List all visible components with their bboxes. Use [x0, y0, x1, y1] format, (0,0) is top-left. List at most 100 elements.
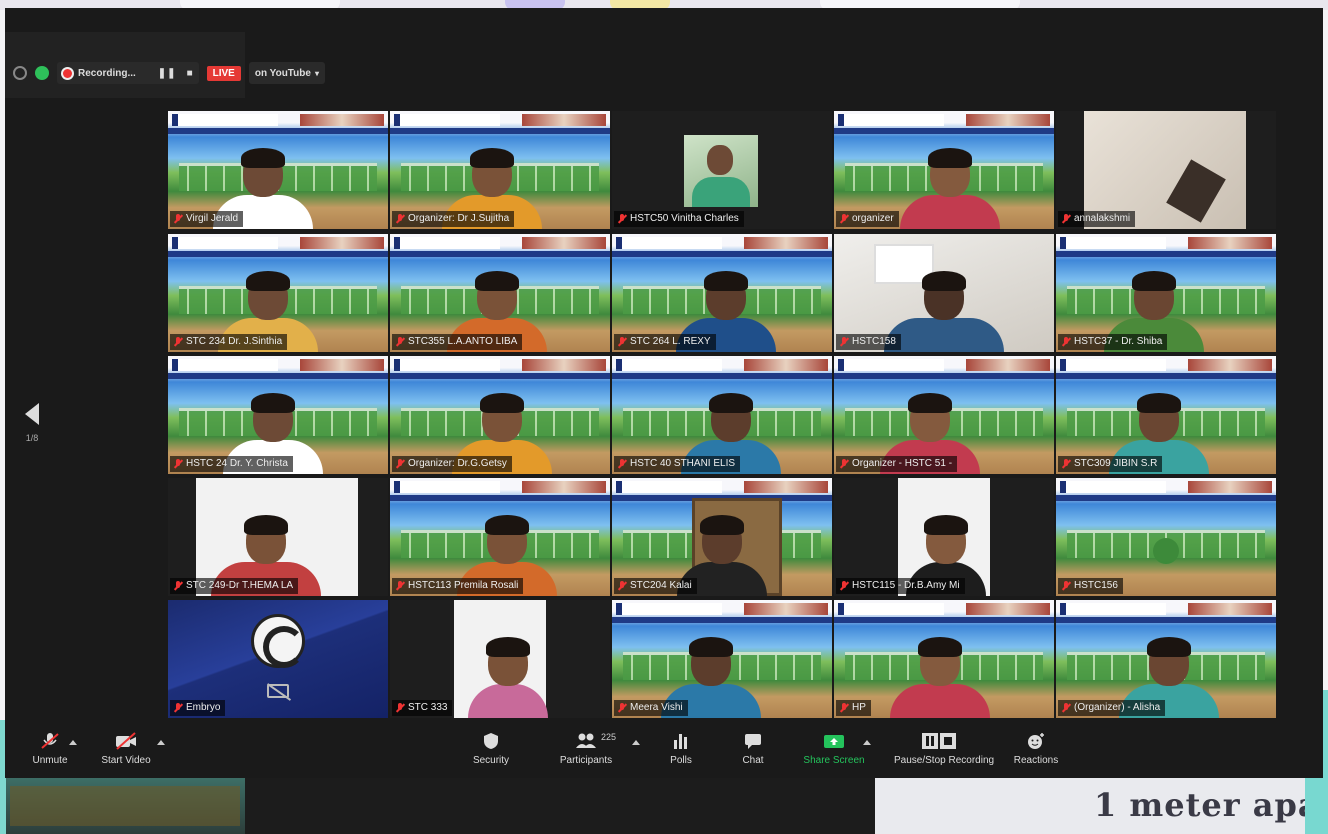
participants-icon — [575, 732, 597, 750]
participant-tile[interactable]: (Organizer) - Alisha — [1056, 600, 1276, 718]
participant-tile[interactable]: HSTC158 — [834, 234, 1054, 352]
participant-name: STC 264 L. REXY — [630, 336, 711, 347]
participant-tile[interactable]: HSTC 24 Dr. Y. Christa — [168, 356, 388, 474]
participant-name-tag: (Organizer) - Alisha — [1058, 700, 1166, 716]
participant-name: STC204 Kalai — [630, 580, 692, 591]
participant-name-tag: Organizer: Dr.G.Getsy — [392, 456, 512, 472]
obs-logo-icon — [251, 614, 305, 668]
participant-name: HSTC156 — [1074, 580, 1118, 591]
participant-tile[interactable]: HSTC50 Vinitha Charles — [612, 111, 832, 229]
participant-tile[interactable]: HSTC156 — [1056, 478, 1276, 596]
participant-name: HSTC 24 Dr. Y. Christa — [186, 458, 288, 469]
participant-name-tag: STC 234 Dr. J.Sinthia — [170, 334, 288, 350]
participant-tile[interactable]: annalakshmi — [1056, 111, 1276, 229]
live-badge[interactable]: LIVE — [206, 65, 241, 81]
participant-tile[interactable]: STC 264 L. REXY — [612, 234, 832, 352]
chevron-down-icon: ▾ — [314, 68, 319, 78]
participant-tile[interactable]: STC309 JIBIN S.R — [1056, 356, 1276, 474]
mic-muted-icon — [840, 214, 848, 224]
participant-tile[interactable]: Organizer: Dr J.Sujitha — [390, 111, 610, 229]
participant-tile[interactable]: HSTC 40 STHANI ELIS — [612, 356, 832, 474]
participant-tile[interactable]: STC355 L.A.ANTO LIBA — [390, 234, 610, 352]
participant-tile[interactable]: Organizer - HSTC 51 - — [834, 356, 1054, 474]
recording-indicator[interactable]: Recording... ❚❚ ■ — [57, 62, 199, 84]
mic-muted-icon — [396, 581, 404, 591]
participant-tile[interactable]: STC 249-Dr T.HEMA LA — [168, 478, 388, 596]
shield-icon[interactable] — [35, 66, 49, 80]
info-icon[interactable] — [13, 66, 27, 80]
participant-name-tag: annalakshmi — [1058, 211, 1136, 227]
pause-stop-recording-button[interactable]: Pause/Stop Recording — [894, 732, 995, 766]
participant-tile[interactable]: Virgil Jerald — [168, 111, 388, 229]
participant-tile[interactable]: HP — [834, 600, 1054, 718]
mic-muted-icon — [396, 214, 404, 224]
participant-name: Organizer: Dr J.Sujitha — [408, 213, 510, 224]
mic-muted-icon — [840, 581, 848, 591]
mic-muted-icon — [174, 703, 182, 713]
shield-icon — [480, 732, 502, 750]
participant-name-tag: HSTC156 — [1058, 578, 1123, 594]
participant-name: STC 333 — [408, 702, 448, 713]
participant-name: HSTC115 - Dr.B.Amy Mi — [852, 580, 960, 591]
previous-page-button[interactable]: 1/8 — [17, 403, 47, 443]
participant-name: Embryo — [186, 702, 221, 713]
mic-muted-icon — [618, 459, 626, 469]
mic-muted-icon — [1062, 703, 1070, 713]
participant-tile[interactable]: HSTC37 - Dr. Shiba — [1056, 234, 1276, 352]
chat-button[interactable]: Chat — [708, 732, 798, 766]
mic-muted-icon — [174, 214, 182, 224]
participant-name: HSTC50 Vinitha Charles — [630, 213, 739, 224]
participant-name-tag: HSTC115 - Dr.B.Amy Mi — [836, 578, 965, 594]
participant-name: Organizer - HSTC 51 - — [852, 458, 953, 469]
stop-icon[interactable]: ■ — [187, 68, 193, 79]
mic-muted-icon — [840, 337, 848, 347]
participant-name-tag: Embryo — [170, 700, 226, 716]
participant-tile[interactable]: Embryo — [168, 600, 388, 718]
participant-name-tag: HSTC 40 STHANI ELIS — [614, 456, 741, 472]
participant-name: HSTC37 - Dr. Shiba — [1074, 336, 1163, 347]
participant-tile[interactable]: organizer — [834, 111, 1054, 229]
pause-icon[interactable]: ❚❚ — [158, 68, 177, 79]
mic-muted-icon — [1062, 459, 1070, 469]
participant-name: HSTC113 Premila Rosali — [408, 580, 519, 591]
participant-tile[interactable]: Meera Vishi — [612, 600, 832, 718]
page-indicator: 1/8 — [25, 433, 39, 443]
chat-bubble-icon — [742, 732, 764, 750]
participant-name: HSTC158 — [852, 336, 896, 347]
share-screen-icon — [823, 732, 845, 750]
participant-name: organizer — [852, 213, 894, 224]
participant-name-tag: HSTC113 Premila Rosali — [392, 578, 524, 594]
share-options-caret[interactable] — [863, 740, 871, 745]
youtube-stream-menu[interactable]: on YouTube ▾ — [248, 62, 325, 84]
participant-name: STC355 L.A.ANTO LIBA — [408, 336, 518, 347]
participant-tile[interactable]: STC 333 — [390, 600, 610, 718]
mic-muted-icon — [618, 214, 626, 224]
start-video-button[interactable]: Start Video — [81, 732, 171, 766]
participant-video — [900, 148, 1000, 229]
participant-tile[interactable]: Organizer: Dr.G.Getsy — [390, 356, 610, 474]
participant-tile[interactable]: STC 234 Dr. J.Sinthia — [168, 234, 388, 352]
participant-name-tag: Organizer - HSTC 51 - — [836, 456, 958, 472]
recording-label: Recording... — [78, 67, 136, 79]
share-screen-button[interactable]: Share Screen — [789, 732, 879, 766]
video-options-caret[interactable] — [157, 740, 165, 745]
participant-tile[interactable]: HSTC113 Premila Rosali — [390, 478, 610, 596]
participant-name: Virgil Jerald — [186, 213, 239, 224]
participants-button[interactable]: Participants — [541, 732, 631, 766]
background-slogan: 1 meter apart — [1094, 786, 1328, 824]
audio-options-caret[interactable] — [69, 740, 77, 745]
pause-stop-recording-label: Pause/Stop Recording — [894, 755, 995, 766]
participants-count: 225 — [601, 732, 617, 742]
mic-muted-icon — [840, 459, 848, 469]
pause-stop-icon — [921, 732, 957, 750]
meeting-status-bar: Recording... ❚❚ ■ LIVE on YouTube ▾ — [13, 60, 325, 86]
participant-tile[interactable]: HSTC115 - Dr.B.Amy Mi — [834, 478, 1054, 596]
mic-muted-icon — [396, 459, 404, 469]
meeting-toolbar: Unmute Start Video Security Participants… — [5, 720, 1323, 778]
share-screen-label: Share Screen — [803, 755, 865, 766]
reactions-button[interactable]: Reactions — [991, 732, 1081, 766]
participant-tile[interactable]: STC204 Kalai — [612, 478, 832, 596]
participant-name-tag: STC204 Kalai — [614, 578, 697, 594]
mic-muted-icon — [1062, 337, 1070, 347]
security-button[interactable]: Security — [446, 732, 536, 766]
